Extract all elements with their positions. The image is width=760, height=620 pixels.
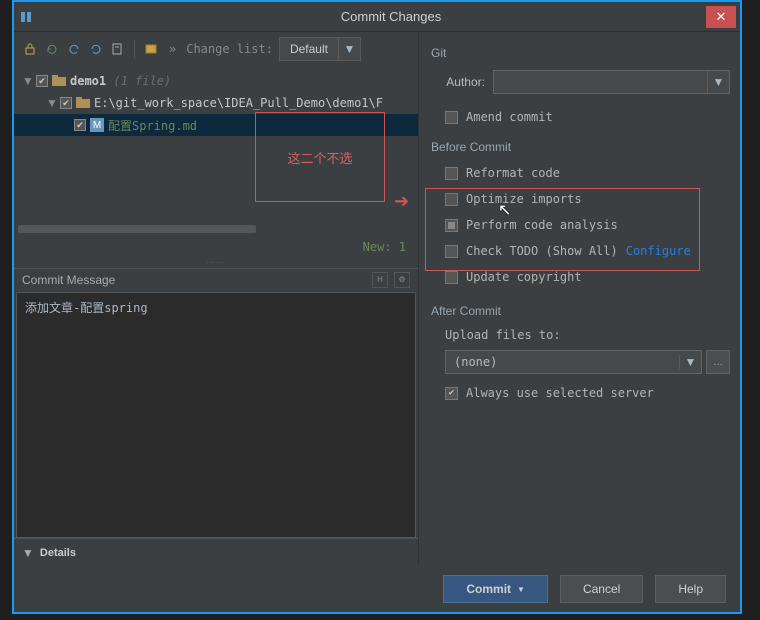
tree-root-row[interactable]: ▼ demo1 (1 file)	[14, 70, 418, 92]
author-row: Author: ▼	[429, 70, 730, 94]
details-toggle[interactable]: ▼ Details	[14, 538, 418, 566]
chevron-down-icon: ▼	[22, 546, 34, 560]
before-commit-header: Before Commit	[431, 140, 730, 154]
optimize-label: Optimize imports	[466, 192, 582, 206]
undo-icon[interactable]	[66, 41, 82, 57]
checkbox[interactable]	[445, 271, 458, 284]
tree-path-label: E:\git_work_space\IDEA_Pull_Demo\demo1\F	[94, 96, 383, 110]
optimize-option[interactable]: Optimize imports	[445, 192, 730, 206]
app-logo-icon	[14, 3, 42, 31]
diff-icon[interactable]	[110, 41, 126, 57]
checkbox[interactable]	[445, 219, 458, 232]
status-new-count: New: 1	[363, 240, 406, 254]
splitter-grip[interactable]: ⋯⋯	[14, 258, 418, 268]
redo-icon[interactable]	[88, 41, 104, 57]
configure-link[interactable]: Configure	[626, 244, 691, 258]
amend-commit-label: Amend commit	[466, 110, 553, 124]
toolbar: » Change list: Default ▼	[14, 32, 418, 66]
checkbox[interactable]	[445, 387, 458, 400]
reformat-option[interactable]: Reformat code	[445, 166, 730, 180]
window-title: Commit Changes	[42, 9, 740, 24]
lock-icon[interactable]	[22, 41, 38, 57]
author-input[interactable]	[494, 71, 707, 93]
checkbox[interactable]	[445, 193, 458, 206]
browse-button[interactable]: …	[706, 350, 730, 374]
todo-option[interactable]: Check TODO (Show All) Configure	[445, 244, 730, 258]
checkbox[interactable]	[445, 111, 458, 124]
changelist-prefix: »	[169, 42, 176, 56]
checkbox[interactable]	[36, 75, 48, 87]
always-server-label: Always use selected server	[466, 386, 654, 400]
changelist-value: Default	[280, 42, 338, 56]
commit-message-label: Commit Message	[22, 273, 115, 287]
chevron-down-icon: ▼	[517, 585, 525, 594]
settings-icon[interactable]: ⚙	[394, 272, 410, 288]
changelist-combo[interactable]: Default ▼	[279, 37, 361, 61]
copyright-option[interactable]: Update copyright	[445, 270, 730, 284]
tree-path-row[interactable]: ▼ E:\git_work_space\IDEA_Pull_Demo\demo1…	[14, 92, 418, 114]
upload-label: Upload files to:	[445, 328, 730, 342]
group-icon[interactable]	[143, 41, 159, 57]
tree-file-row[interactable]: M 配置Spring.md	[14, 114, 418, 136]
dialog-footer: Commit▼ Cancel Help	[14, 566, 740, 612]
help-button[interactable]: Help	[655, 575, 726, 603]
tree-status-bar: New: 1	[14, 236, 418, 258]
git-section-header: Git	[431, 46, 730, 60]
expand-arrow-icon[interactable]: ▼	[22, 74, 32, 88]
chevron-down-icon[interactable]: ▼	[338, 38, 360, 60]
upload-value: (none)	[446, 355, 679, 369]
commit-message-header: Commit Message H ⚙	[14, 268, 418, 290]
dialog-body: » Change list: Default ▼ ▼ demo1 (1 file…	[14, 32, 740, 612]
tree-root-label: demo1 (1 file)	[70, 74, 171, 88]
after-commit-header: After Commit	[431, 304, 730, 318]
horizontal-scrollbar[interactable]	[18, 224, 414, 234]
checkbox[interactable]	[60, 97, 72, 109]
titlebar[interactable]: Commit Changes ✕	[14, 2, 740, 32]
always-server-option[interactable]: Always use selected server	[445, 386, 730, 400]
details-label: Details	[40, 547, 76, 559]
dialog-window: Commit Changes ✕ » Change list: Default	[12, 0, 742, 614]
scrollbar-thumb[interactable]	[18, 225, 256, 233]
checkbox[interactable]	[445, 167, 458, 180]
history-icon[interactable]: H	[372, 272, 388, 288]
refresh-icon[interactable]	[44, 41, 60, 57]
author-label: Author:	[429, 75, 493, 89]
amend-commit-option[interactable]: Amend commit	[445, 110, 730, 124]
chevron-down-icon[interactable]: ▼	[707, 71, 729, 93]
main-split: » Change list: Default ▼ ▼ demo1 (1 file…	[14, 32, 740, 566]
file-tree[interactable]: ▼ demo1 (1 file) ▼ E:\git_work_space\IDE…	[14, 66, 418, 236]
upload-row: (none) ▼ …	[445, 350, 730, 374]
checkbox[interactable]	[74, 119, 86, 131]
todo-label: Check TODO (Show All)	[466, 244, 618, 258]
toolbar-separator	[134, 40, 135, 58]
upload-combo[interactable]: (none) ▼	[445, 350, 702, 374]
reformat-label: Reformat code	[466, 166, 560, 180]
analysis-label: Perform code analysis	[466, 218, 618, 232]
cancel-button[interactable]: Cancel	[560, 575, 643, 603]
folder-icon	[52, 75, 66, 87]
checkbox[interactable]	[445, 245, 458, 258]
author-combo[interactable]: ▼	[493, 70, 730, 94]
right-column: Git Author: ▼ Amend commit Before Commit…	[419, 32, 740, 566]
expand-arrow-icon[interactable]: ▼	[46, 96, 56, 110]
markdown-file-icon: M	[90, 118, 104, 132]
chevron-down-icon[interactable]: ▼	[679, 355, 701, 369]
commit-button[interactable]: Commit▼	[443, 575, 548, 603]
close-button[interactable]: ✕	[706, 6, 736, 28]
changelist-label: Change list:	[186, 42, 273, 56]
annotation-arrow-icon: ➔	[394, 191, 409, 212]
analysis-option[interactable]: Perform code analysis	[445, 218, 730, 232]
folder-icon	[76, 97, 90, 109]
tree-file-label: 配置Spring.md	[108, 117, 197, 134]
copyright-label: Update copyright	[466, 270, 582, 284]
left-column: » Change list: Default ▼ ▼ demo1 (1 file…	[14, 32, 419, 566]
commit-message-input[interactable]	[16, 292, 416, 538]
